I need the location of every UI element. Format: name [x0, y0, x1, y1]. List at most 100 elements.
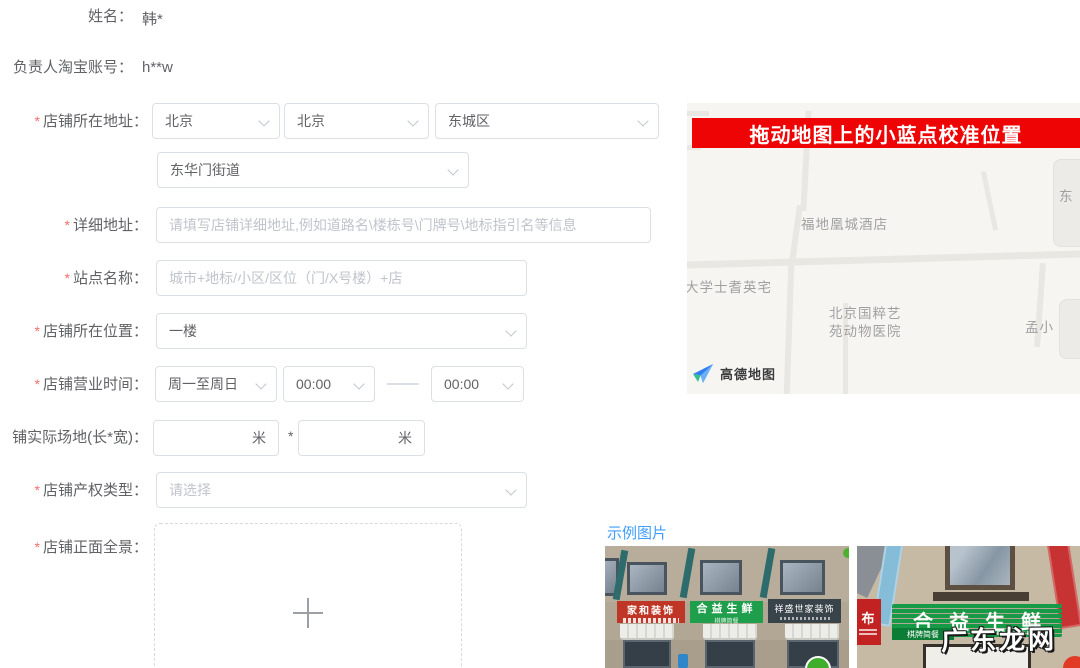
sign-small-text [859, 629, 877, 637]
site-name-input[interactable] [156, 260, 527, 296]
open-time-value: 00:00 [296, 376, 331, 392]
chevron-down-icon [637, 115, 648, 126]
sign-small-text [623, 618, 679, 623]
chevron-down-icon [502, 378, 513, 389]
red-circle-logo [1063, 656, 1080, 668]
dark-shop-sign: 祥盛世家装饰 [768, 599, 841, 623]
district-value: 东城区 [448, 111, 490, 131]
map-road [687, 250, 1080, 268]
street-select[interactable]: 东华门街道 [157, 152, 469, 188]
example-photo-left: 家和装饰 合益生鲜 棋牌简餐 祥盛世家装饰 [605, 546, 849, 668]
street-value: 东华门街道 [170, 160, 240, 180]
storefront [623, 640, 671, 668]
map-label-east: 东 [1059, 185, 1074, 205]
floor-label: *店铺所在位置： [0, 322, 148, 341]
chevron-down-icon [255, 378, 266, 389]
city-select[interactable]: 北京 [284, 103, 429, 139]
red-shop-sign: 家和装饰 [617, 601, 685, 623]
map-label-clinic-line2: 苑动物医院 [829, 320, 902, 340]
required-icon: * [35, 539, 40, 555]
awning [703, 624, 757, 640]
required-icon: * [35, 113, 40, 129]
sign-small-text [780, 617, 830, 620]
window [627, 562, 667, 595]
map-road [981, 171, 998, 231]
site-name-label: *站点名称： [0, 269, 148, 288]
watermark: 广东龙网 [941, 619, 1058, 658]
green-shop-sign: 合益生鲜 棋牌简餐 [690, 601, 763, 623]
map-label-meng: 孟小 [1025, 316, 1054, 336]
map-building-block [1059, 299, 1080, 359]
open-time-select[interactable]: 00:00 [283, 366, 375, 402]
vertical-banner [680, 548, 696, 598]
window [700, 560, 742, 595]
window [780, 560, 825, 595]
time-range-dash [387, 383, 419, 385]
chevron-down-icon [505, 484, 516, 495]
storefront-photo-label: *店铺正面全景： [0, 538, 148, 557]
width-input[interactable] [299, 421, 394, 455]
detail-address-input[interactable] [156, 207, 651, 243]
district-select[interactable]: 东城区 [435, 103, 659, 139]
floor-select[interactable]: 一楼 [156, 313, 527, 349]
map-label-mansion: 大学士耆英宅 [687, 276, 772, 296]
days-value: 周一至周日 [168, 374, 238, 394]
length-unit: 米 [248, 428, 278, 448]
chevron-down-icon [407, 115, 418, 126]
name-label: 姓名： [0, 8, 133, 26]
city-value: 北京 [297, 111, 325, 131]
example-photo-right: 合益生鲜 棋牌简餐 布 广东龙网 [857, 546, 1080, 668]
width-input-box: 米 [298, 420, 425, 456]
taobao-account-label: 负责人淘宝账号： [0, 59, 133, 77]
area-label: 铺实际场地(长*宽)： [0, 429, 148, 447]
length-input[interactable] [154, 421, 248, 455]
required-icon: * [65, 217, 70, 233]
required-icon: * [35, 323, 40, 339]
chevron-down-icon [258, 115, 269, 126]
vertical-banner [760, 548, 776, 598]
blue-bin [678, 654, 688, 668]
store-register-form-page: 姓名： 韩* 负责人淘宝账号： h**w *店铺所在地址： 北京 北京 东城区 … [0, 0, 1080, 668]
detail-address-label: *详细地址： [0, 216, 148, 235]
map-hint-banner: 拖动地图上的小蓝点校准位置 [692, 118, 1080, 148]
photo-upload-box[interactable] [154, 523, 462, 668]
close-time-value: 00:00 [444, 376, 479, 392]
amap-logo: 高德地图 [691, 361, 776, 385]
amap-plane-icon [691, 361, 715, 385]
province-select[interactable]: 北京 [152, 103, 280, 139]
province-value: 北京 [165, 111, 193, 131]
days-select[interactable]: 周一至周日 [155, 366, 277, 402]
property-type-placeholder: 请选择 [169, 480, 211, 500]
green-dot [843, 548, 849, 558]
multiply-sign: * [288, 428, 293, 444]
floor-value: 一楼 [169, 321, 197, 341]
plus-icon [293, 598, 323, 628]
taobao-account-value: h**w [142, 59, 173, 76]
amap-logo-text: 高德地图 [720, 364, 776, 383]
red-side-sign: 布 [857, 599, 881, 645]
map-road [687, 111, 709, 116]
storefront [705, 640, 755, 668]
map-road [784, 265, 794, 394]
window [945, 546, 1015, 590]
name-value: 韩* [142, 8, 163, 29]
amap-map[interactable]: 福地凰城酒店 东 大学士耆英宅 北京国粹艺 苑动物医院 孟小 拖动地图上的小蓝点… [687, 103, 1080, 394]
awning [620, 624, 674, 640]
awning [785, 624, 839, 640]
required-icon: * [35, 482, 40, 498]
map-label-clinic-line1: 北京国粹艺 [829, 302, 902, 322]
address-label: *店铺所在地址： [0, 112, 148, 131]
required-icon: * [65, 270, 70, 286]
length-input-box: 米 [153, 420, 279, 456]
property-type-select[interactable]: 请选择 [156, 472, 527, 508]
width-unit: 米 [394, 428, 424, 448]
business-hours-label: *店铺营业时间： [0, 375, 148, 394]
close-time-select[interactable]: 00:00 [431, 366, 524, 402]
window-ledge [933, 592, 1029, 601]
chevron-down-icon [447, 164, 458, 175]
map-label-hotel: 福地凰城酒店 [801, 213, 888, 233]
property-type-label: *店铺产权类型： [0, 481, 148, 500]
example-images-title: 示例图片 [607, 522, 667, 543]
required-icon: * [35, 376, 40, 392]
chevron-down-icon [505, 325, 516, 336]
